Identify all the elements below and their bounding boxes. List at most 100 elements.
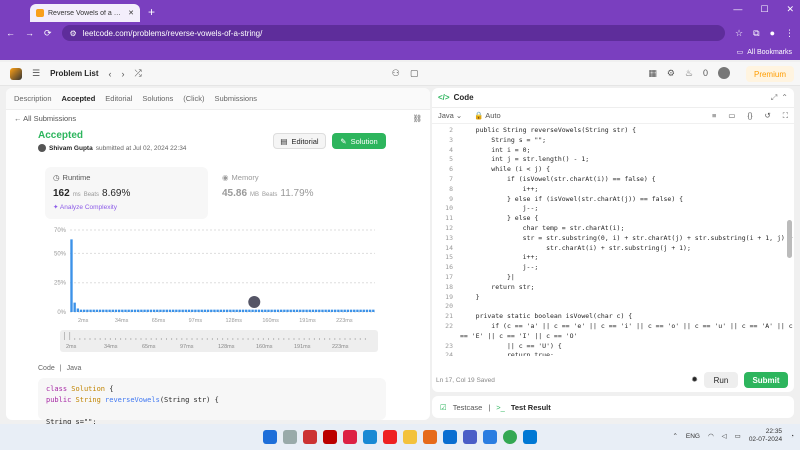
code-line[interactable]: } else if (isVowel(str.charAt(j)) == fal… bbox=[460, 195, 794, 205]
runtime-bar[interactable] bbox=[308, 309, 311, 312]
code-line[interactable]: }| bbox=[460, 273, 794, 283]
chrome-icon[interactable] bbox=[503, 430, 517, 444]
submitted-code[interactable]: class Solution { public String reverseVo… bbox=[38, 378, 386, 426]
tab-editorial[interactable]: Editorial bbox=[105, 94, 132, 103]
tab-submissions[interactable]: Submissions bbox=[215, 94, 258, 103]
reset-icon[interactable]: ↺ bbox=[764, 111, 770, 120]
runtime-bar[interactable] bbox=[349, 309, 353, 312]
runtime-bar[interactable] bbox=[333, 309, 337, 312]
profile-icon[interactable]: ● bbox=[770, 28, 775, 38]
runtime-bar[interactable] bbox=[267, 309, 270, 312]
code-line[interactable]: public String reverseVowels(String str) … bbox=[460, 126, 794, 136]
runtime-bar[interactable] bbox=[171, 309, 175, 312]
runtime-bar[interactable] bbox=[133, 309, 137, 312]
close-tab-icon[interactable]: ✕ bbox=[128, 9, 134, 17]
code-line[interactable]: return true; bbox=[460, 351, 794, 356]
url-field[interactable]: ⚙ leetcode.com/problems/reverse-vowels-o… bbox=[61, 25, 726, 41]
office-icon[interactable] bbox=[303, 430, 317, 444]
runtime-bar[interactable] bbox=[264, 309, 267, 312]
runtime-bar[interactable] bbox=[121, 309, 124, 312]
runtime-bar[interactable] bbox=[203, 309, 207, 312]
runtime-bar[interactable] bbox=[257, 309, 261, 312]
code-line[interactable]: return str; bbox=[460, 283, 794, 293]
editorial-button[interactable]: ▤ Editorial bbox=[273, 133, 326, 149]
close-window-icon[interactable]: ✕ bbox=[786, 4, 794, 15]
language-select[interactable]: Java ⌄ bbox=[438, 111, 462, 120]
runtime-bar[interactable] bbox=[295, 309, 299, 312]
language-indicator[interactable]: ENG bbox=[686, 433, 700, 440]
runtime-range-slider[interactable]: 2ms 34ms 65ms 97ms 128ms 160ms 191ms 223ms bbox=[60, 330, 378, 352]
runtime-bar[interactable] bbox=[146, 309, 149, 312]
tab-description[interactable]: Description bbox=[14, 94, 52, 103]
runtime-bar[interactable] bbox=[79, 309, 83, 312]
browser-tab[interactable]: Reverse Vowels of a String - Lee ✕ bbox=[30, 4, 140, 22]
runtime-bar[interactable] bbox=[210, 309, 213, 312]
maximize-icon[interactable]: ☐ bbox=[760, 4, 768, 15]
reload-icon[interactable]: ⟳ bbox=[44, 28, 52, 39]
forward-icon[interactable]: → bbox=[25, 28, 34, 38]
bookmark-icon[interactable]: ▭ bbox=[728, 111, 735, 120]
runtime-bar[interactable] bbox=[162, 309, 165, 312]
battery-icon[interactable]: ▭ bbox=[735, 432, 741, 440]
runtime-bar[interactable] bbox=[279, 309, 283, 312]
auto-toggle[interactable]: 🔒 Auto bbox=[474, 111, 500, 120]
back-icon[interactable]: ← bbox=[6, 28, 15, 38]
search-icon[interactable] bbox=[283, 430, 297, 444]
runtime-bar[interactable] bbox=[187, 309, 191, 312]
runtime-bar[interactable] bbox=[184, 309, 188, 312]
code-line[interactable]: int i = 0; bbox=[460, 146, 794, 156]
code-line[interactable]: String s = ""; bbox=[460, 136, 794, 146]
runtime-bar[interactable] bbox=[365, 309, 369, 312]
format-icon[interactable]: ≡ bbox=[712, 111, 716, 120]
runtime-bar[interactable] bbox=[238, 309, 242, 312]
code-line[interactable]: == 'E' || c == 'I' || c == 'O' bbox=[460, 332, 794, 342]
collapse-icon[interactable]: ⌃ bbox=[781, 93, 788, 102]
share-icon[interactable]: ⛓ bbox=[412, 114, 422, 123]
runtime-bar[interactable] bbox=[178, 309, 181, 312]
braces-icon[interactable]: {} bbox=[747, 111, 752, 120]
tab-click[interactable]: (Click) bbox=[183, 94, 204, 103]
runtime-bar[interactable] bbox=[305, 309, 308, 312]
memory-card[interactable]: ◉ Memory 45.86 MB Beats 11.79% bbox=[222, 173, 372, 199]
code-line[interactable]: } else { bbox=[460, 214, 794, 224]
wifi-icon[interactable]: ◠ bbox=[708, 432, 714, 440]
runtime-bar[interactable] bbox=[156, 309, 159, 312]
runtime-bar[interactable] bbox=[105, 309, 108, 312]
next-problem-icon[interactable]: › bbox=[122, 69, 125, 79]
clock[interactable]: 22:35 02-07-2024 bbox=[749, 428, 782, 444]
code-line[interactable]: if (isVowel(str.charAt(i)) == false) { bbox=[460, 175, 794, 185]
tab-test-result[interactable]: Test Result bbox=[511, 403, 551, 412]
runtime-bar[interactable] bbox=[102, 309, 105, 312]
editor-scrollbar[interactable] bbox=[787, 220, 792, 258]
runtime-distribution-chart[interactable]: 70% 50% 25% 0% 2ms 34ms 65ms 97ms 128ms 160ms 191m… bbox=[40, 224, 380, 324]
youtube-icon[interactable] bbox=[383, 430, 397, 444]
all-bookmarks-link[interactable]: All Bookmarks bbox=[747, 49, 792, 56]
powerpoint-icon[interactable] bbox=[343, 430, 357, 444]
runtime-bar[interactable] bbox=[98, 309, 102, 312]
tab-testcase[interactable]: Testcase bbox=[453, 403, 483, 412]
runtime-bar[interactable] bbox=[197, 309, 200, 312]
maximize-panel-icon[interactable]: ⤢ bbox=[771, 93, 777, 103]
runtime-bar[interactable] bbox=[168, 309, 172, 312]
runtime-bar[interactable] bbox=[235, 309, 238, 312]
settings-icon[interactable]: ⚙ bbox=[667, 68, 675, 79]
code-line[interactable]: char temp = str.charAt(i); bbox=[460, 224, 794, 234]
file-explorer-icon[interactable] bbox=[403, 430, 417, 444]
runtime-bar[interactable] bbox=[143, 309, 146, 312]
code-editor[interactable]: 2345678910111213141516171819202122 23242… bbox=[432, 124, 794, 356]
runtime-bar[interactable] bbox=[165, 309, 168, 312]
runtime-bar[interactable] bbox=[302, 309, 305, 312]
runtime-bar[interactable] bbox=[292, 309, 296, 312]
runtime-bar[interactable] bbox=[368, 309, 372, 312]
tab-accepted[interactable]: Accepted bbox=[62, 94, 96, 103]
runtime-bar[interactable] bbox=[270, 309, 273, 312]
app-icon[interactable] bbox=[463, 430, 477, 444]
problem-list-link[interactable]: Problem List bbox=[50, 69, 98, 78]
runtime-bar[interactable] bbox=[117, 309, 121, 312]
site-info-icon[interactable]: ⚙ bbox=[70, 29, 77, 38]
runtime-bar[interactable] bbox=[324, 309, 327, 312]
runtime-bar[interactable] bbox=[213, 309, 216, 312]
runtime-bar[interactable] bbox=[70, 239, 73, 312]
code-line[interactable]: } bbox=[460, 293, 794, 303]
runtime-bar[interactable] bbox=[318, 309, 321, 312]
